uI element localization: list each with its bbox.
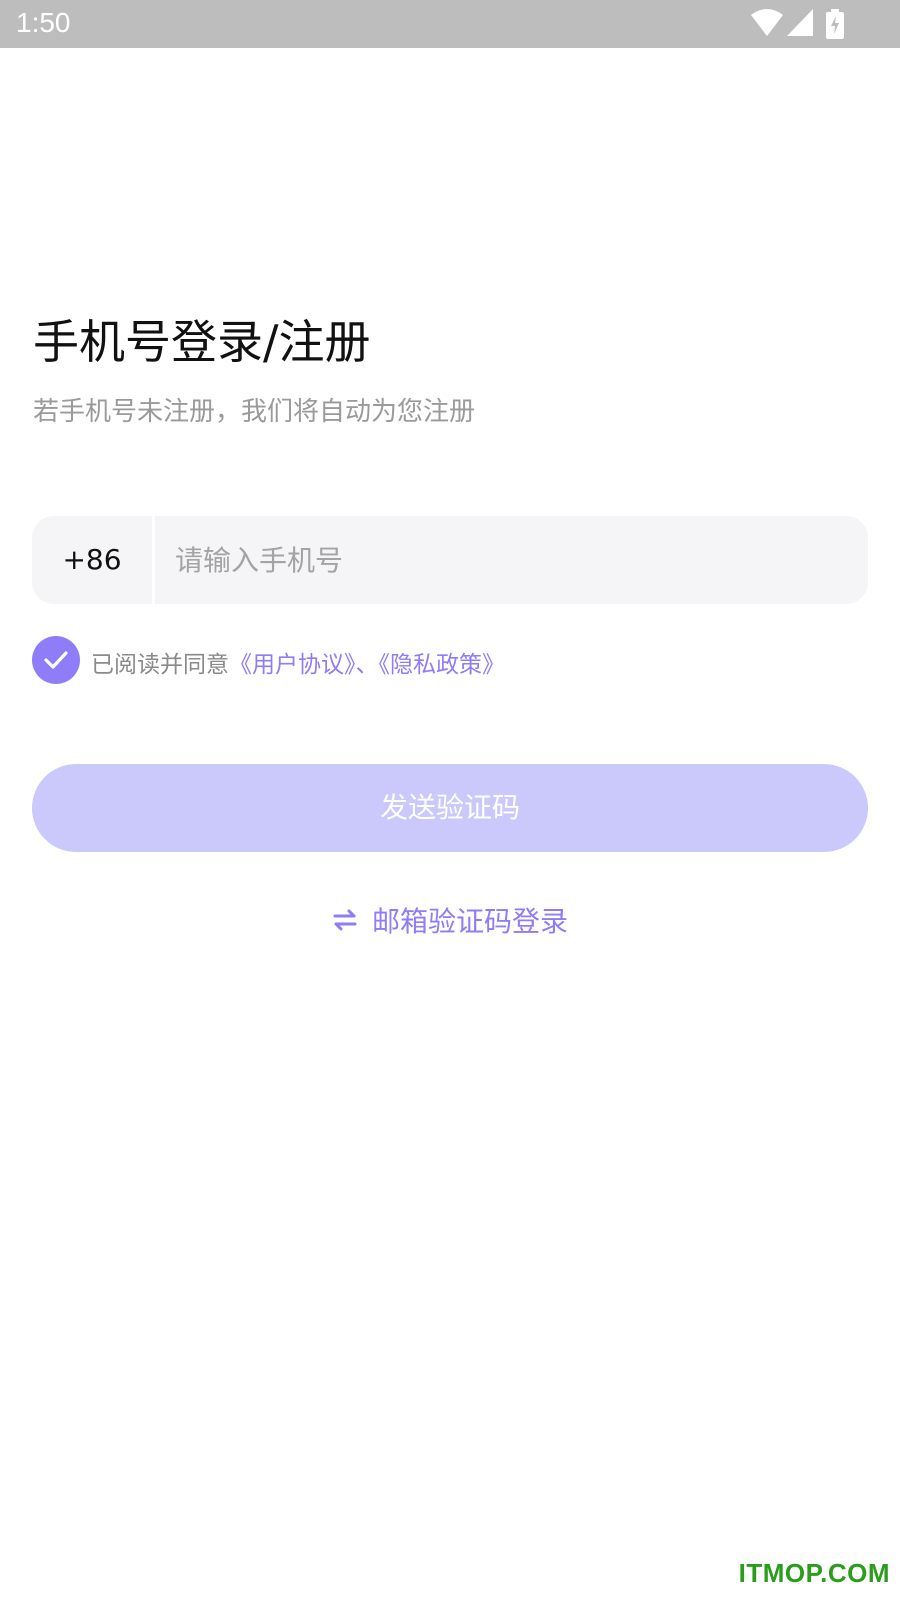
phone-field: +86	[32, 516, 868, 604]
user-agreement-link[interactable]: 《用户协议》	[229, 652, 356, 678]
watermark: ITMOP.COM	[738, 1558, 890, 1588]
agreement-prefix: 已阅读并同意	[91, 652, 229, 678]
agreement-text: 已阅读并同意《用户协议》、《隐私政策》	[91, 645, 505, 679]
status-bar: 1:50	[0, 0, 900, 48]
swap-arrows-icon	[333, 909, 357, 931]
privacy-policy-link[interactable]: 《隐私政策》	[379, 652, 506, 678]
email-login-label: 邮箱验证码登录	[371, 905, 568, 938]
agreement-separator: 、	[355, 652, 379, 678]
page-title: 手机号登录/注册	[33, 315, 371, 369]
email-login-link[interactable]: 邮箱验证码登录	[0, 900, 900, 946]
status-time: 1:50	[16, 7, 71, 38]
send-code-button[interactable]: 发送验证码	[32, 764, 868, 852]
wifi-icon	[751, 9, 783, 36]
agreement-checkbox[interactable]	[32, 636, 80, 684]
battery-charging-icon	[826, 9, 844, 39]
page-subtitle: 若手机号未注册，我们将自动为您注册	[33, 397, 476, 427]
country-code-selector[interactable]: +86	[32, 516, 152, 604]
checkmark-icon	[44, 651, 68, 669]
field-divider	[152, 516, 155, 604]
cell-signal-icon	[787, 9, 813, 36]
phone-input[interactable]	[175, 516, 855, 604]
